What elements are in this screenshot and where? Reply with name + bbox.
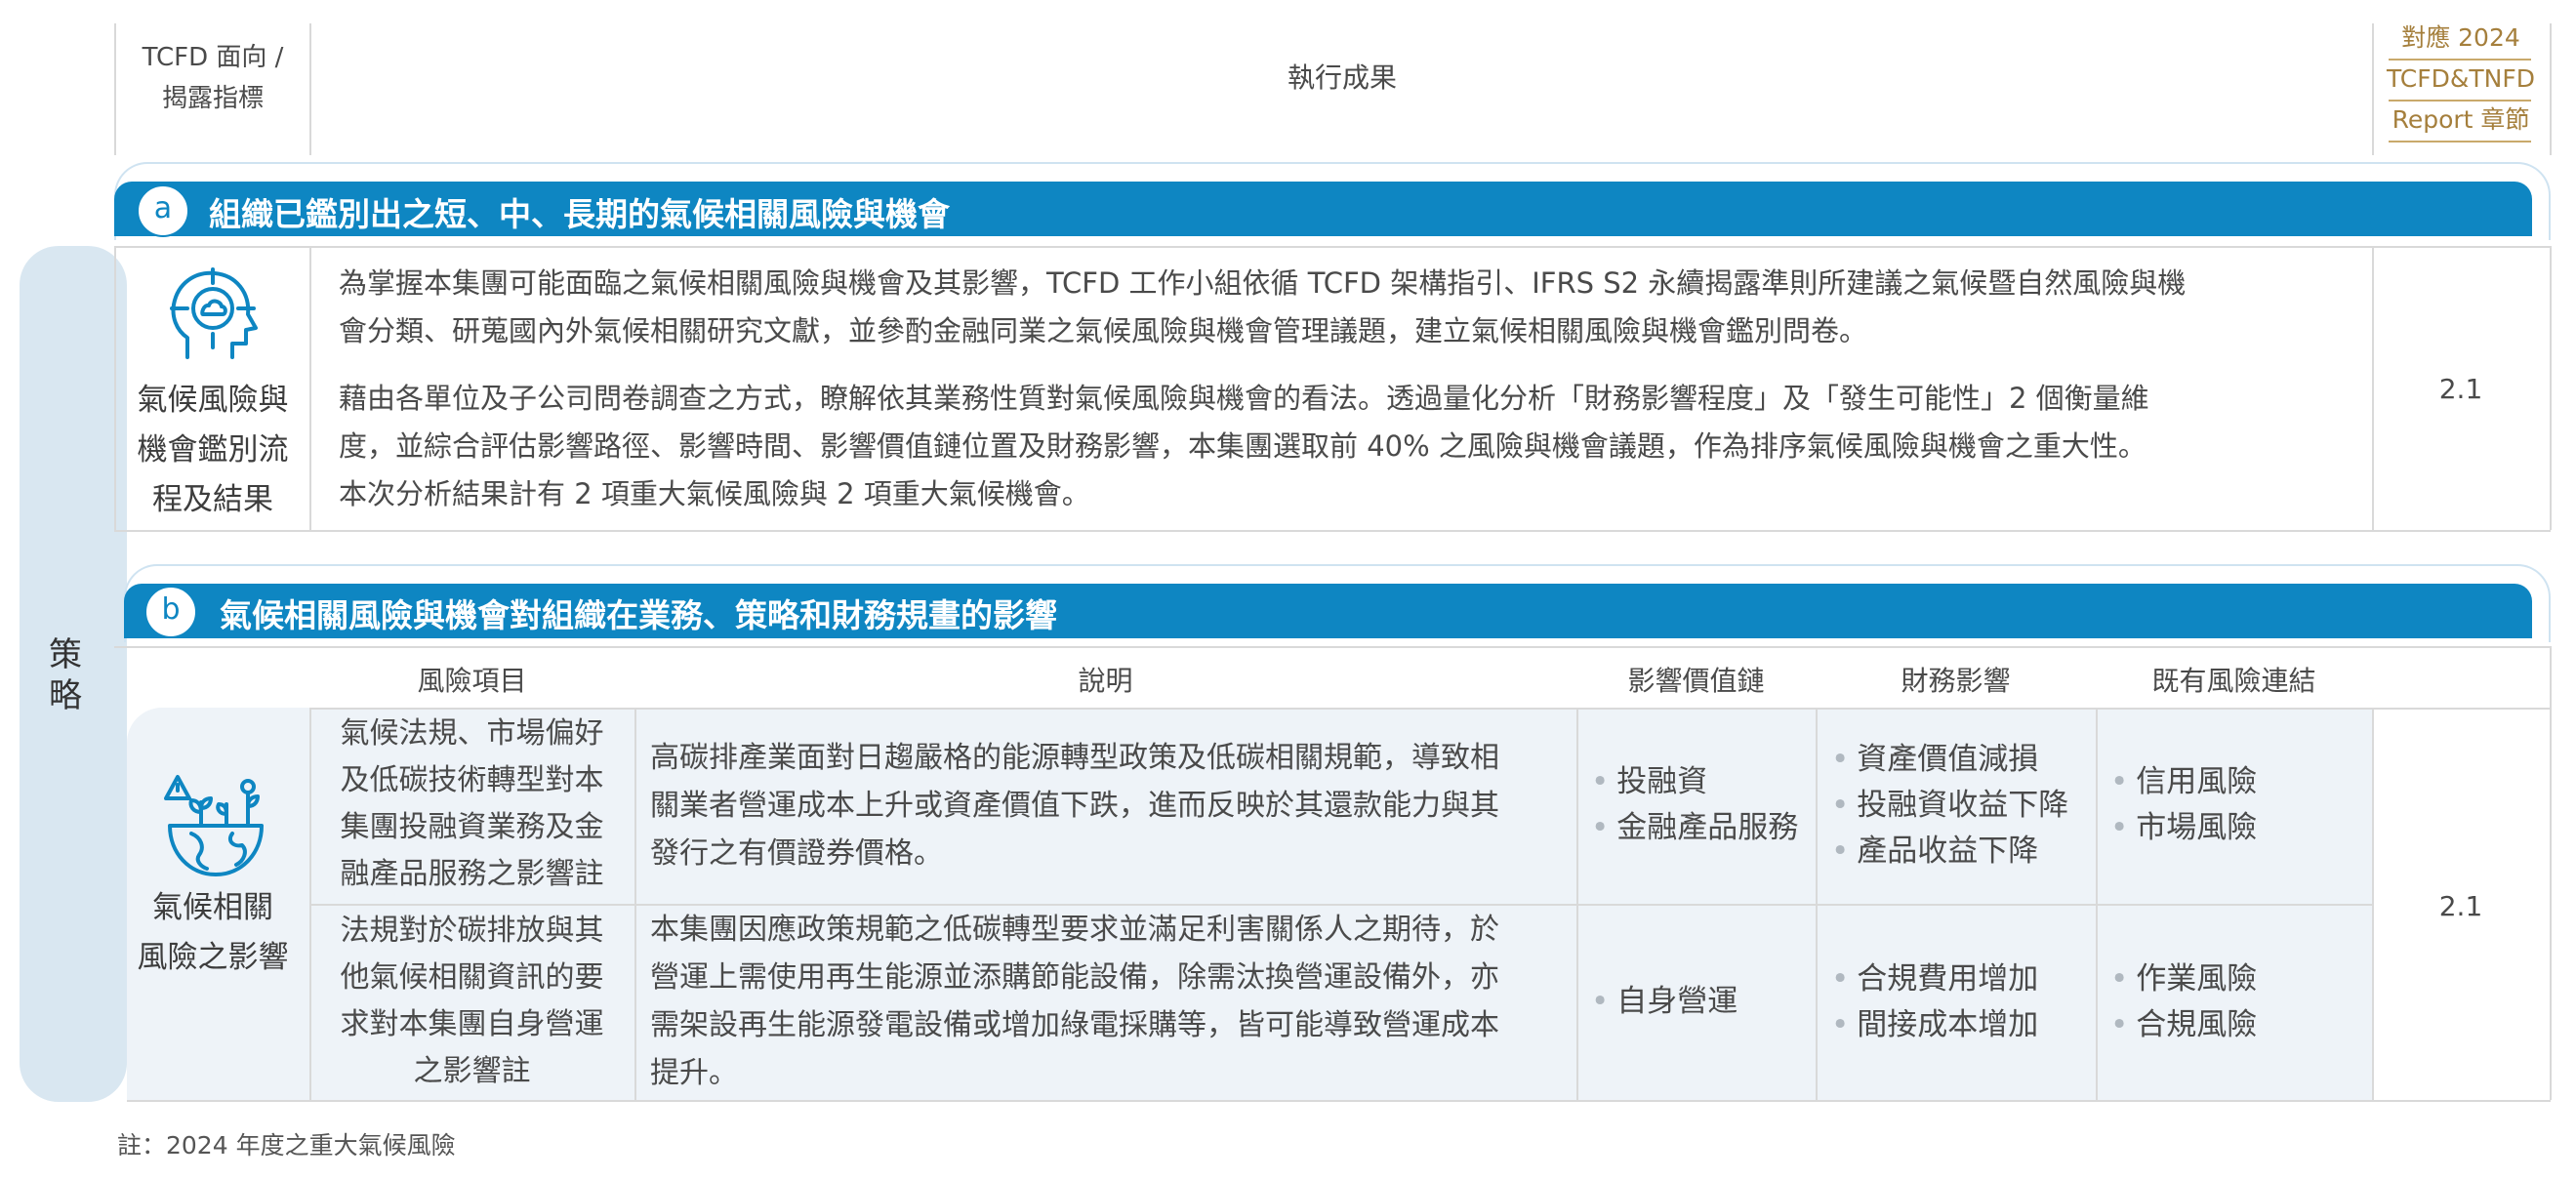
- header-divider: [114, 23, 116, 155]
- table-row-2-financial: 合規費用增加 間接成本增加: [1831, 956, 2095, 1048]
- cell-divider: [114, 246, 116, 530]
- cell-divider: [2550, 246, 2552, 530]
- cell-divider: [2550, 646, 2552, 1100]
- table-row-2-risk-link: 作業風險 合規風險: [2110, 956, 2366, 1048]
- section-b-chapter: 2.1: [2438, 890, 2483, 922]
- cell-divider: [2096, 708, 2098, 1100]
- row-border: [114, 646, 2551, 648]
- table-row-2-desc: 本集團因應政策規範之低碳轉型要求並滿足利害關係人之期待，於 營運上需使用再生能源…: [650, 913, 1499, 1090]
- section-b-category: 氣候相關 風險之影響: [137, 890, 289, 975]
- cell-divider: [1576, 708, 1578, 1100]
- warning-plants-globe-icon: [162, 773, 269, 880]
- section-b-badge: b: [144, 586, 197, 638]
- table-row-2-item: 法規對於碳排放與其 他氣候相關資訊的要 求對本集團自身營運 之影響註: [340, 914, 604, 1088]
- section-a-category: 氣候風險與 機會鑑別流 程及結果: [137, 383, 289, 517]
- side-label: 策略: [49, 635, 82, 715]
- header-rule: [2389, 100, 2531, 102]
- table-row-1-risk-link: 信用風險 市場風險: [2110, 759, 2366, 851]
- cell-divider: [634, 708, 636, 1100]
- column-header-financial: 財務影響: [1901, 665, 2011, 697]
- column-header-risk-link: 既有風險連結: [2151, 665, 2316, 697]
- table-row-1-financial: 資產價值減損 投融資收益下降 產品收益下降: [1831, 737, 2095, 875]
- cell-divider: [1816, 708, 1818, 1100]
- table-row-1-item: 氣候法規、市場偏好 及低碳技術轉型對本 集團投融資業務及金 融產品服務之影響註: [340, 716, 604, 891]
- section-b-title: 氣候相關風險與機會對組織在業務、策略和財務規畫的影響: [220, 596, 1057, 634]
- row-border: [114, 246, 2551, 248]
- table-row-2-value-chain: 自身營運: [1591, 979, 1814, 1025]
- section-a-paragraph-2: 藉由各單位及子公司問卷調查之方式，瞭解依其業務性質對氣候風險與機會的看法。透過量…: [339, 382, 2149, 510]
- cell-divider: [309, 246, 311, 530]
- section-a-badge: a: [137, 184, 189, 237]
- column-header-desc: 說明: [1078, 665, 1133, 697]
- header-divider: [309, 23, 311, 155]
- header-divider: [2550, 23, 2552, 155]
- table-row-1-desc: 高碳排產業面對日趨嚴格的能源轉型政策及低碳相關規範，導致相 關業者營運成本上升或…: [650, 741, 1499, 871]
- header-rule: [2389, 59, 2531, 61]
- cell-divider: [309, 708, 311, 1100]
- section-a-paragraph-1: 為掌握本集團可能面臨之氣候相關風險與機會及其影響，TCFD 工作小組依循 TCF…: [339, 266, 2187, 347]
- footnote: 註：2024 年度之重大氣候風險: [117, 1131, 456, 1160]
- column-header-item: 風險項目: [417, 665, 527, 697]
- header-col1: TCFD 面向 / 揭露指標: [142, 43, 284, 113]
- row-border: [127, 1100, 2551, 1102]
- section-a-title: 組織已鑑別出之短、中、長期的氣候相關風險與機會: [209, 195, 950, 233]
- row-border: [309, 708, 2551, 710]
- header-rule: [2389, 141, 2531, 142]
- row-border: [114, 530, 2551, 532]
- table-row-1-value-chain: 投融資 金融產品服務: [1591, 759, 1814, 851]
- header-col2: 執行成果: [1287, 61, 1397, 94]
- header-col3: 對應 2024 TCFD&TNFD Report 章節: [2387, 23, 2535, 134]
- section-a-chapter: 2.1: [2438, 373, 2483, 405]
- head-target-icon: [158, 260, 266, 369]
- column-header-value-chain: 影響價值鏈: [1627, 665, 1765, 697]
